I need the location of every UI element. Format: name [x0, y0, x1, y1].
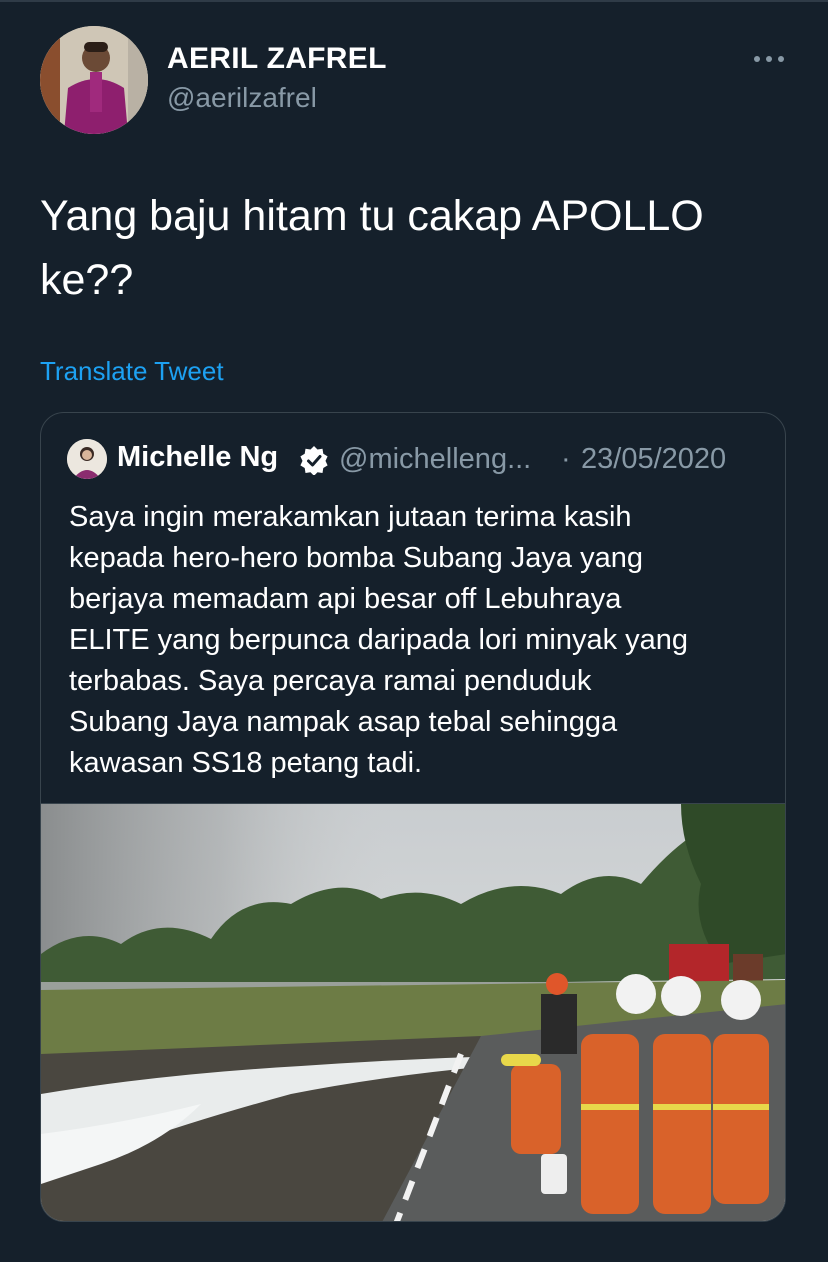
quoted-author-name[interactable]: Michelle Ng: [117, 441, 278, 474]
translate-tweet-link[interactable]: Translate Tweet: [40, 356, 224, 387]
more-options-button[interactable]: [748, 46, 790, 72]
more-horizontal-icon: [754, 56, 784, 62]
quoted-text-line: ELITE yang berpunca daripada lori minyak…: [69, 624, 689, 656]
quoted-author-handle[interactable]: @michelleng...: [339, 443, 531, 476]
tweet-text-line: Yang baju hitam tu cakap APOLLO: [40, 192, 704, 240]
tweet-text: Yang baju hitam tu cakap APOLLO ke??: [40, 184, 780, 312]
dot-separator: ·: [561, 443, 571, 475]
verified-badge-icon: [300, 446, 328, 475]
quoted-text-line: kawasan SS18 petang tadi.: [69, 747, 423, 779]
author-handle[interactable]: @aerilzafrel: [167, 82, 317, 114]
tweet-text-line: ke??: [40, 256, 134, 304]
quoted-tweet-date[interactable]: 23/05/2020: [581, 443, 726, 476]
quoted-text-line: Subang Jaya nampak asap tebal sehingga: [69, 706, 618, 738]
quoted-text-line: terbabas. Saya percaya ramai penduduk: [69, 665, 592, 697]
tweet-photo-firefighters[interactable]: [41, 803, 785, 1221]
quoted-text-line: berjaya memadam api besar off Lebuhraya: [69, 583, 622, 615]
author-name[interactable]: AERIL ZAFREL: [167, 42, 387, 76]
quoted-text-line: Saya ingin merakamkan jutaan terima kasi…: [69, 501, 632, 533]
quoted-tweet-card[interactable]: Michelle Ng @michelleng... · 23/05/2020 …: [40, 412, 786, 1222]
quoted-author-avatar[interactable]: [67, 439, 107, 479]
top-divider: [0, 0, 828, 2]
author-avatar[interactable]: [40, 26, 148, 134]
quoted-text-line: kepada hero-hero bomba Subang Jaya yang: [69, 542, 643, 574]
quoted-tweet-text: Saya ingin merakamkan jutaan terima kasi…: [69, 497, 769, 784]
